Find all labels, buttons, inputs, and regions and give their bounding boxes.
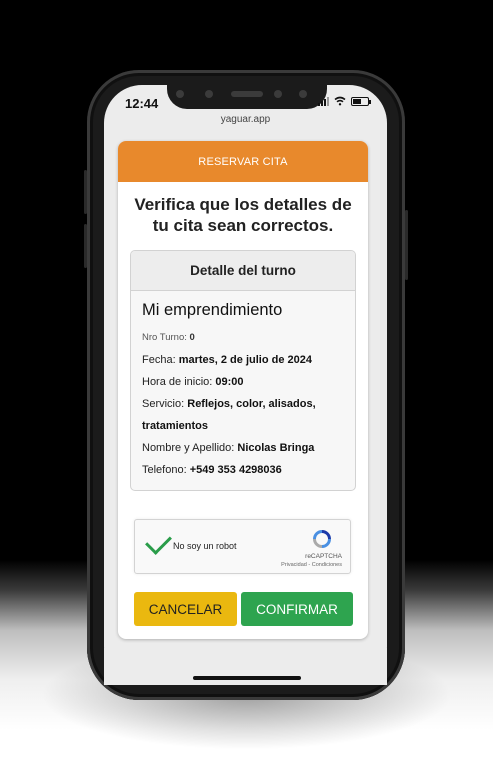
detail-row-servicio: Servicio: Reflejos, color, alisados, tra…	[142, 393, 344, 437]
appointment-detail: Detalle del turno Mi emprendimiento Nro …	[130, 250, 356, 491]
detail-label: Nombre y Apellido:	[142, 442, 238, 454]
detail-row-telefono: Telefono: +549 353 4298036	[142, 459, 344, 481]
camera-dot	[299, 90, 307, 98]
detail-row-hora: Hora de inicio: 09:00	[142, 371, 344, 393]
captcha-label: No soy un robot	[173, 541, 237, 551]
recaptcha-logo-icon	[313, 530, 331, 548]
detail-label: Servicio:	[142, 398, 188, 410]
status-time: 12:44	[125, 96, 159, 111]
business-name: Mi emprendimiento	[142, 301, 283, 319]
browser-url[interactable]: yaguar.app	[104, 114, 387, 132]
detail-row-nombre: Nombre y Apellido: Nicolas Bringa	[142, 437, 344, 459]
checkmark-icon[interactable]	[145, 528, 172, 555]
detail-label: Nro Turno:	[142, 332, 190, 343]
detail-value: Nicolas Bringa	[237, 442, 315, 454]
wifi-icon	[334, 96, 346, 106]
detail-label: Hora de inicio:	[142, 376, 216, 388]
detail-title: Detalle del turno	[131, 251, 355, 291]
detail-value: 0	[189, 332, 195, 343]
phone-volume-button	[84, 170, 87, 214]
detail-row-turno: Nro Turno: 0	[142, 329, 344, 347]
confirm-button[interactable]: CONFIRMAR	[241, 592, 353, 626]
speaker-grille	[231, 91, 263, 97]
camera-dot	[205, 90, 213, 98]
page-heading: Verifica que los detalles de tu cita sea…	[134, 195, 352, 235]
phone-power-button	[405, 210, 408, 280]
phone-notch	[167, 79, 327, 109]
detail-label: Telefono:	[142, 464, 190, 476]
phone-volume-button	[84, 224, 87, 268]
detail-value: +549 353 4298036	[189, 464, 282, 476]
detail-label: Fecha:	[142, 354, 179, 366]
detail-row-fecha: Fecha: martes, 2 de julio de 2024	[142, 349, 344, 371]
home-indicator[interactable]	[193, 676, 301, 680]
recaptcha-links[interactable]: Privacidad - Condiciones	[281, 562, 342, 568]
recaptcha-brand: reCAPTCHA	[305, 553, 342, 560]
camera-dot	[274, 90, 282, 98]
battery-icon	[351, 96, 371, 106]
detail-value: 09:00	[215, 376, 244, 388]
detail-body: Mi emprendimiento Nro Turno: 0 Fecha: ma…	[131, 291, 355, 481]
camera-dot	[176, 90, 184, 98]
status-icons	[318, 96, 371, 106]
signal-icon	[318, 96, 329, 106]
cancel-button[interactable]: CANCELAR	[134, 592, 237, 626]
booking-card: RESERVAR CITA Verifica que los detalles …	[118, 141, 368, 639]
detail-value: martes, 2 de julio de 2024	[178, 354, 312, 366]
recaptcha-widget[interactable]: No soy un robot reCAPTCHA Privacidad - C…	[134, 519, 351, 574]
card-header-title: RESERVAR CITA	[118, 141, 368, 182]
